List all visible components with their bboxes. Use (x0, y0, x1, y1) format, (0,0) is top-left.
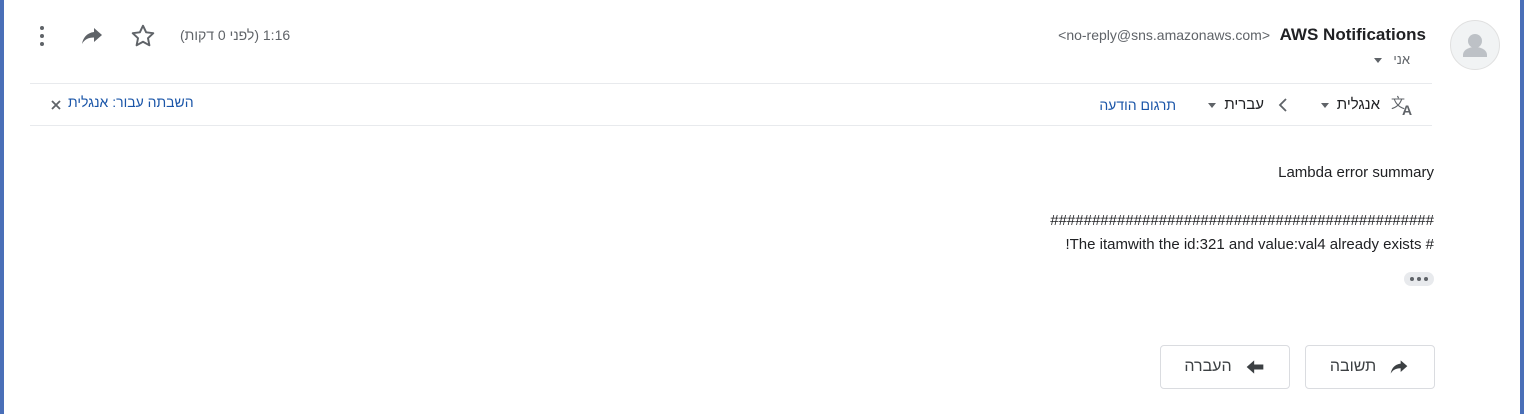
translate-icon: 文 A (1390, 93, 1416, 117)
reply-icon (1390, 360, 1408, 374)
reply-button[interactable]: תשובה (1305, 345, 1435, 389)
forward-icon (1246, 360, 1263, 374)
source-language-label: אנגלית (1336, 96, 1380, 113)
message-line: Lambda error summary (1278, 164, 1434, 181)
sender-name[interactable]: AWS Notifications (1280, 25, 1426, 45)
forward-button[interactable] (80, 24, 104, 48)
divider (30, 125, 1432, 126)
translate-message-link[interactable]: תרגום הודעה (1099, 97, 1176, 113)
recipient-dropdown[interactable]: אני (1373, 52, 1410, 67)
sender-avatar[interactable] (1450, 20, 1500, 70)
swap-language-button[interactable] (1276, 96, 1290, 114)
message-timestamp: 1:16 (לפני 0 דקות) (180, 27, 291, 43)
source-language-select[interactable]: אנגלית (1320, 96, 1380, 113)
chevron-down-icon (1208, 102, 1217, 108)
forward-icon (82, 28, 102, 44)
dot (1424, 277, 1428, 281)
message-line: # The itamwith the id:321 and value:val4… (1065, 236, 1434, 253)
forward-message-button[interactable]: העברה (1160, 345, 1290, 389)
person-icon (1463, 34, 1487, 57)
disable-translation: השבתה עבור: אנגלית (50, 93, 194, 111)
target-language-label: עברית (1224, 96, 1264, 113)
message-line: ########################################… (1050, 212, 1434, 229)
reply-label: תשובה (1329, 358, 1377, 375)
more-vert-icon (40, 26, 44, 46)
recipient-label: אני (1393, 52, 1410, 67)
divider (30, 83, 1432, 84)
svg-text:A: A (1402, 102, 1412, 117)
show-trimmed-content-button[interactable] (1404, 272, 1434, 286)
target-language-select[interactable]: עברית (1208, 96, 1264, 113)
dot (1417, 277, 1421, 281)
sender-email: <no-reply@sns.amazonaws.com> (1058, 27, 1270, 43)
disable-translation-link[interactable]: השבתה עבור: אנגלית (68, 94, 194, 110)
forward-label: העברה (1184, 358, 1232, 375)
chevron-left-icon (1278, 98, 1287, 112)
close-icon[interactable] (50, 99, 62, 111)
chevron-down-icon (1373, 58, 1382, 64)
star-button[interactable] (130, 23, 156, 49)
more-options-button[interactable] (32, 24, 52, 48)
email-view: AWS Notifications <no-reply@sns.amazonaw… (4, 0, 1520, 414)
chevron-down-icon (1320, 102, 1329, 108)
star-outline-icon (131, 24, 155, 47)
dot (1410, 277, 1414, 281)
